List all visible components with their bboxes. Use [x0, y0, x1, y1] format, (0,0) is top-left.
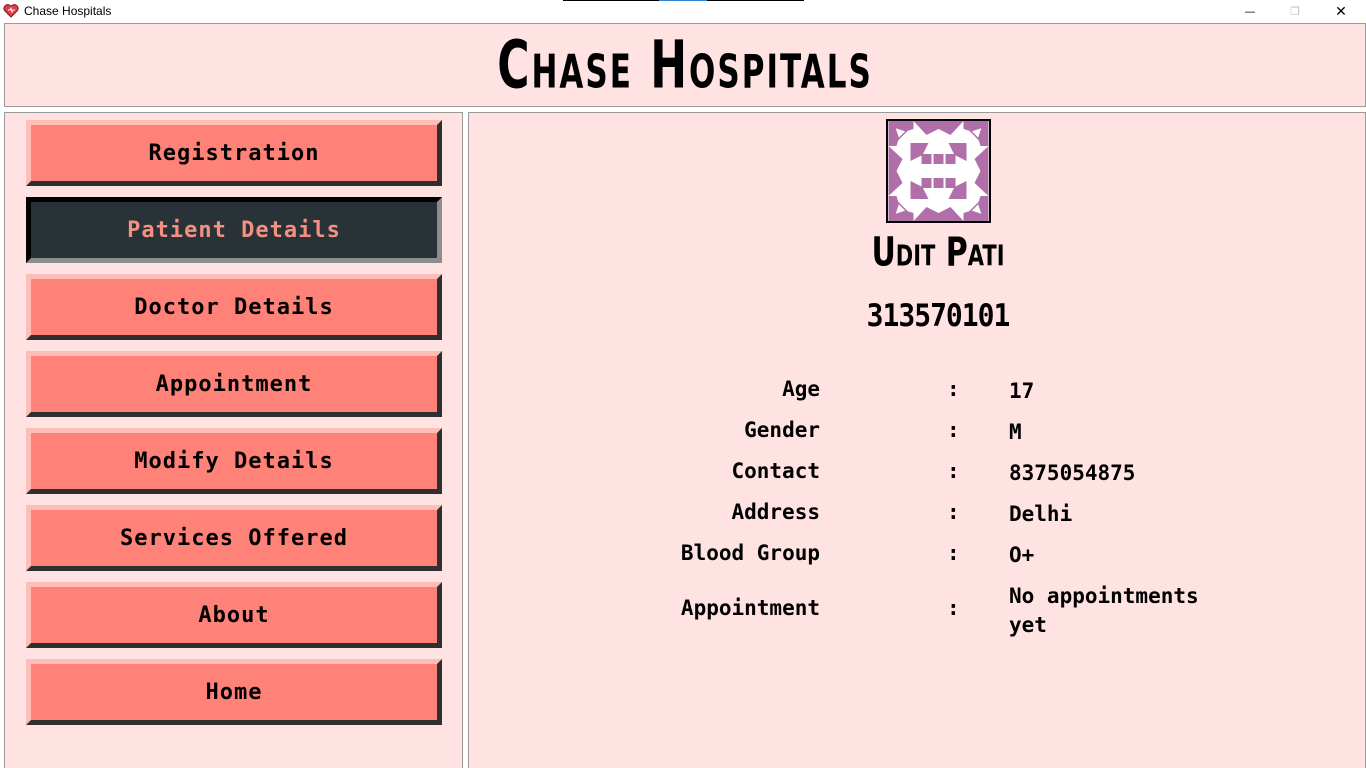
heart-app-icon: [3, 4, 19, 18]
appointment-label: Appointment: [680, 596, 820, 620]
separator: :: [947, 377, 960, 401]
registration-button[interactable]: Registration: [26, 120, 442, 186]
window-title: Chase Hospitals: [24, 4, 112, 18]
age-label: Age: [782, 377, 820, 401]
separator: :: [947, 418, 960, 442]
close-icon: ✕: [1335, 3, 1347, 20]
titlebar-decoration-accent: [659, 0, 707, 1]
contact-value: 8375054875: [1009, 461, 1136, 485]
appointment-button[interactable]: Appointment: [26, 351, 442, 417]
doctor-details-button[interactable]: Doctor Details: [26, 274, 442, 340]
sidebar: Registration Patient Details Doctor Deta…: [4, 112, 463, 768]
separator: :: [947, 596, 960, 620]
blood-group-value: O+: [1009, 543, 1035, 567]
patient-avatar: [886, 119, 991, 223]
close-button[interactable]: ✕: [1318, 0, 1364, 23]
gender-value: M: [1009, 420, 1022, 444]
maximize-button[interactable]: ❐: [1272, 0, 1318, 23]
maximize-icon: ❐: [1290, 5, 1300, 18]
separator: :: [947, 459, 960, 483]
app-header: Chase Hospitals: [4, 23, 1366, 107]
identicon-icon: [888, 121, 989, 221]
home-button[interactable]: Home: [26, 659, 442, 725]
hospital-title: Chase Hospitals: [497, 26, 873, 104]
blood-group-label: Blood Group: [680, 541, 820, 565]
patient-details-button[interactable]: Patient Details: [26, 197, 442, 263]
patient-details-panel: Udit Pati 313570101 Age : 17 Gender : M …: [468, 112, 1366, 768]
minimize-button[interactable]: —: [1227, 0, 1273, 23]
about-button[interactable]: About: [26, 582, 442, 648]
services-offered-button[interactable]: Services Offered: [26, 505, 442, 571]
minimize-icon: —: [1244, 5, 1256, 18]
window-titlebar: Chase Hospitals — ❐ ✕: [0, 0, 1366, 23]
address-label: Address: [731, 500, 820, 524]
address-value: Delhi: [1009, 502, 1073, 526]
patient-name: Udit Pati: [871, 228, 1005, 277]
modify-details-button[interactable]: Modify Details: [26, 428, 442, 494]
separator: :: [947, 541, 960, 565]
appointment-value: No appointments yet: [1009, 584, 1199, 637]
contact-label: Contact: [731, 459, 820, 483]
age-value: 17: [1009, 379, 1035, 403]
separator: :: [947, 500, 960, 524]
gender-label: Gender: [744, 418, 820, 442]
patient-id: 313570101: [866, 297, 1011, 334]
